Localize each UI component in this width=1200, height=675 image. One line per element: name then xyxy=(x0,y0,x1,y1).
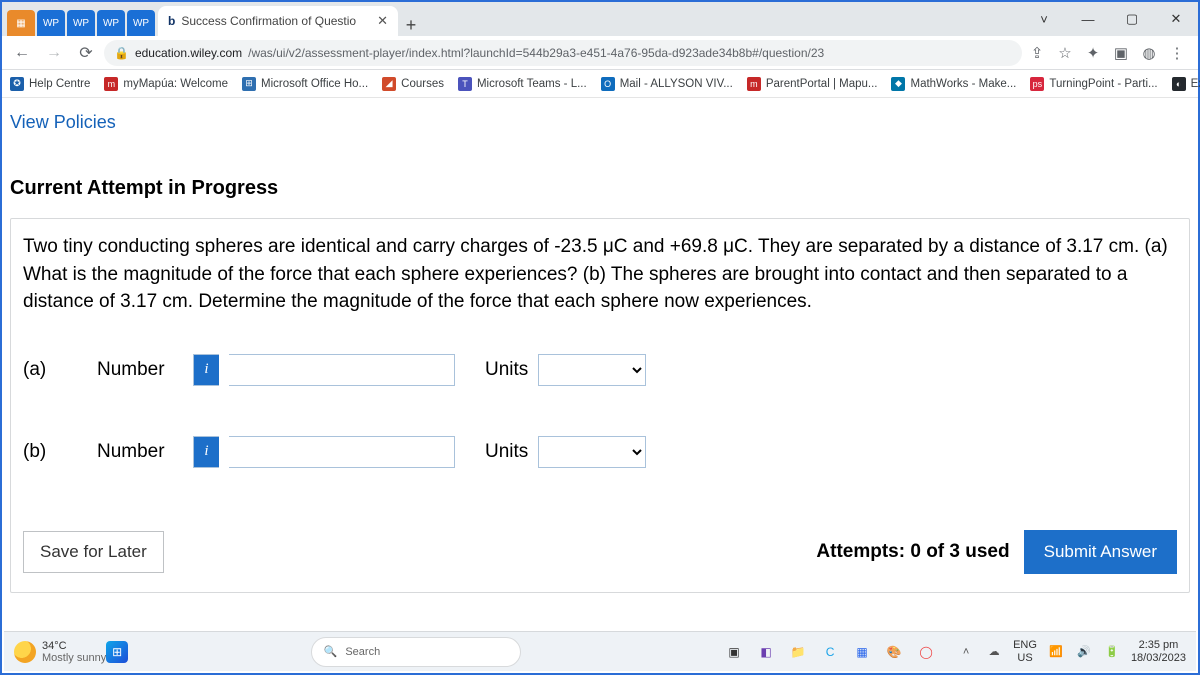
part-label-b: (b) xyxy=(23,441,87,463)
share-icon[interactable]: ⇪ xyxy=(1026,42,1048,64)
lock-icon: 🔒 xyxy=(114,46,129,60)
menu-icon[interactable]: ⋮ xyxy=(1166,42,1188,64)
app-icon-2[interactable]: ◧ xyxy=(755,641,777,663)
chevron-down-icon[interactable]: ˅ xyxy=(1022,2,1066,36)
maximize-button[interactable]: ▢ xyxy=(1110,2,1154,36)
bookmark-turningpoint[interactable]: psTurningPoint - Parti... xyxy=(1030,77,1157,91)
windows-taskbar: 34°C Mostly sunny ⊞ 🔍 Search ▣ ◧ 📁 C ▦ 🎨… xyxy=(4,631,1196,671)
tab-active[interactable]: b Success Confirmation of Questio ✕ xyxy=(158,6,398,36)
number-input-a[interactable] xyxy=(229,354,455,386)
app-icon-4[interactable]: C xyxy=(819,641,841,663)
tray-chevron-icon[interactable]: ˄ xyxy=(957,646,975,658)
taskbar-search[interactable]: 🔍 Search xyxy=(311,637,521,667)
answer-row-a: (a) Number i Units xyxy=(23,354,1177,386)
number-input-b[interactable] xyxy=(229,436,455,468)
bookmarks-bar: ✪Help Centre mmyMapúa: Welcome ⊞Microsof… xyxy=(2,70,1198,98)
system-tray: ˄ ☁ ENGUS 📶 🔊 🔋 2:35 pm18/03/2023 xyxy=(957,639,1186,664)
bookmark-star-icon[interactable]: ☆ xyxy=(1054,42,1076,64)
info-icon[interactable]: i xyxy=(193,436,219,468)
save-for-later-button[interactable]: Save for Later xyxy=(23,531,164,573)
bookmark-mymapua[interactable]: mmyMapúa: Welcome xyxy=(104,77,228,91)
units-label-b: Units xyxy=(485,441,528,463)
url-field[interactable]: 🔒 education.wiley.com/was/ui/v2/assessme… xyxy=(104,40,1022,66)
answer-row-b: (b) Number i Units xyxy=(23,436,1177,468)
pinned-tab-1[interactable]: ▦ xyxy=(7,10,35,36)
attempts-text: Attempts: 0 of 3 used xyxy=(816,541,1009,563)
profile-avatar[interactable]: ◍ xyxy=(1138,42,1160,64)
bookmark-courses[interactable]: ◢Courses xyxy=(382,77,444,91)
card-footer: Save for Later Attempts: 0 of 3 used Sub… xyxy=(23,530,1177,574)
cloud-icon[interactable]: ☁ xyxy=(985,645,1003,658)
url-host: education.wiley.com xyxy=(135,46,242,60)
info-icon[interactable]: i xyxy=(193,354,219,386)
number-label-b: Number xyxy=(97,441,183,463)
bookmark-mail[interactable]: OMail - ALLYSON VIV... xyxy=(601,77,733,91)
page-content: View Policies Current Attempt in Progres… xyxy=(2,98,1198,593)
tab-strip: ▦ WP WP WP WP b Success Confirmation of … xyxy=(2,2,1198,36)
wifi-icon[interactable]: 📶 xyxy=(1047,645,1065,658)
units-select-b[interactable] xyxy=(538,436,646,468)
favicon: b xyxy=(168,14,175,28)
address-bar: ← → ⟳ 🔒 education.wiley.com/was/ui/v2/as… xyxy=(2,36,1198,70)
bookmark-mathworks[interactable]: ◆MathWorks - Make... xyxy=(891,77,1016,91)
volume-icon[interactable]: 🔊 xyxy=(1075,645,1093,658)
side-panel-icon[interactable]: ▣ xyxy=(1110,42,1132,64)
part-label-a: (a) xyxy=(23,359,87,381)
pinned-tab-3[interactable]: WP xyxy=(67,10,95,36)
bookmark-help-centre[interactable]: ✪Help Centre xyxy=(10,77,90,91)
bookmark-parentportal[interactable]: mParentPortal | Mapu... xyxy=(747,77,878,91)
pinned-tab-4[interactable]: WP xyxy=(97,10,125,36)
app-icon-1[interactable]: ▣ xyxy=(723,641,745,663)
pinned-tab-2[interactable]: WP xyxy=(37,10,65,36)
start-button[interactable]: ⊞ xyxy=(106,641,128,663)
sun-icon xyxy=(14,641,36,663)
close-tab-icon[interactable]: ✕ xyxy=(377,13,388,29)
language-indicator[interactable]: ENGUS xyxy=(1013,639,1037,664)
new-tab-button[interactable]: + xyxy=(398,15,424,36)
app-icon-7[interactable]: ◯ xyxy=(915,641,937,663)
weather-widget[interactable]: 34°C Mostly sunny xyxy=(14,640,106,664)
units-label-a: Units xyxy=(485,359,528,381)
bookmark-ms-office[interactable]: ⊞Microsoft Office Ho... xyxy=(242,77,368,91)
weather-condition: Mostly sunny xyxy=(42,652,106,664)
close-window-button[interactable]: ✕ xyxy=(1154,2,1198,36)
pinned-tab-5[interactable]: WP xyxy=(127,10,155,36)
battery-icon[interactable]: 🔋 xyxy=(1103,645,1121,658)
back-button[interactable]: ← xyxy=(8,39,36,67)
clock[interactable]: 2:35 pm18/03/2023 xyxy=(1131,639,1186,664)
reload-button[interactable]: ⟳ xyxy=(72,39,100,67)
search-placeholder: Search xyxy=(345,646,380,658)
submit-answer-button[interactable]: Submit Answer xyxy=(1024,530,1177,574)
app-icon-3[interactable]: 📁 xyxy=(787,641,809,663)
url-path: /was/ui/v2/assessment-player/index.html?… xyxy=(248,46,824,60)
question-text: Two tiny conducting spheres are identica… xyxy=(23,233,1177,316)
app-icon-6[interactable]: 🎨 xyxy=(883,641,905,663)
question-card: Two tiny conducting spheres are identica… xyxy=(10,218,1190,593)
units-select-a[interactable] xyxy=(538,354,646,386)
taskbar-apps: ▣ ◧ 📁 C ▦ 🎨 ◯ xyxy=(723,641,937,663)
forward-button[interactable]: → xyxy=(40,39,68,67)
app-icon-5[interactable]: ▦ xyxy=(851,641,873,663)
search-icon: 🔍 xyxy=(324,645,338,658)
view-policies-link[interactable]: View Policies xyxy=(10,112,116,132)
minimize-button[interactable]: — xyxy=(1066,2,1110,36)
extensions-icon[interactable]: ✦ xyxy=(1082,42,1104,64)
bookmark-teams[interactable]: TMicrosoft Teams - L... xyxy=(458,77,587,91)
section-heading: Current Attempt in Progress xyxy=(10,177,1190,200)
tab-title: Success Confirmation of Questio xyxy=(181,14,356,28)
number-label-a: Number xyxy=(97,359,183,381)
temperature: 34°C xyxy=(42,640,106,652)
bookmark-github[interactable]: ◐Explore GitHub xyxy=(1172,77,1200,91)
